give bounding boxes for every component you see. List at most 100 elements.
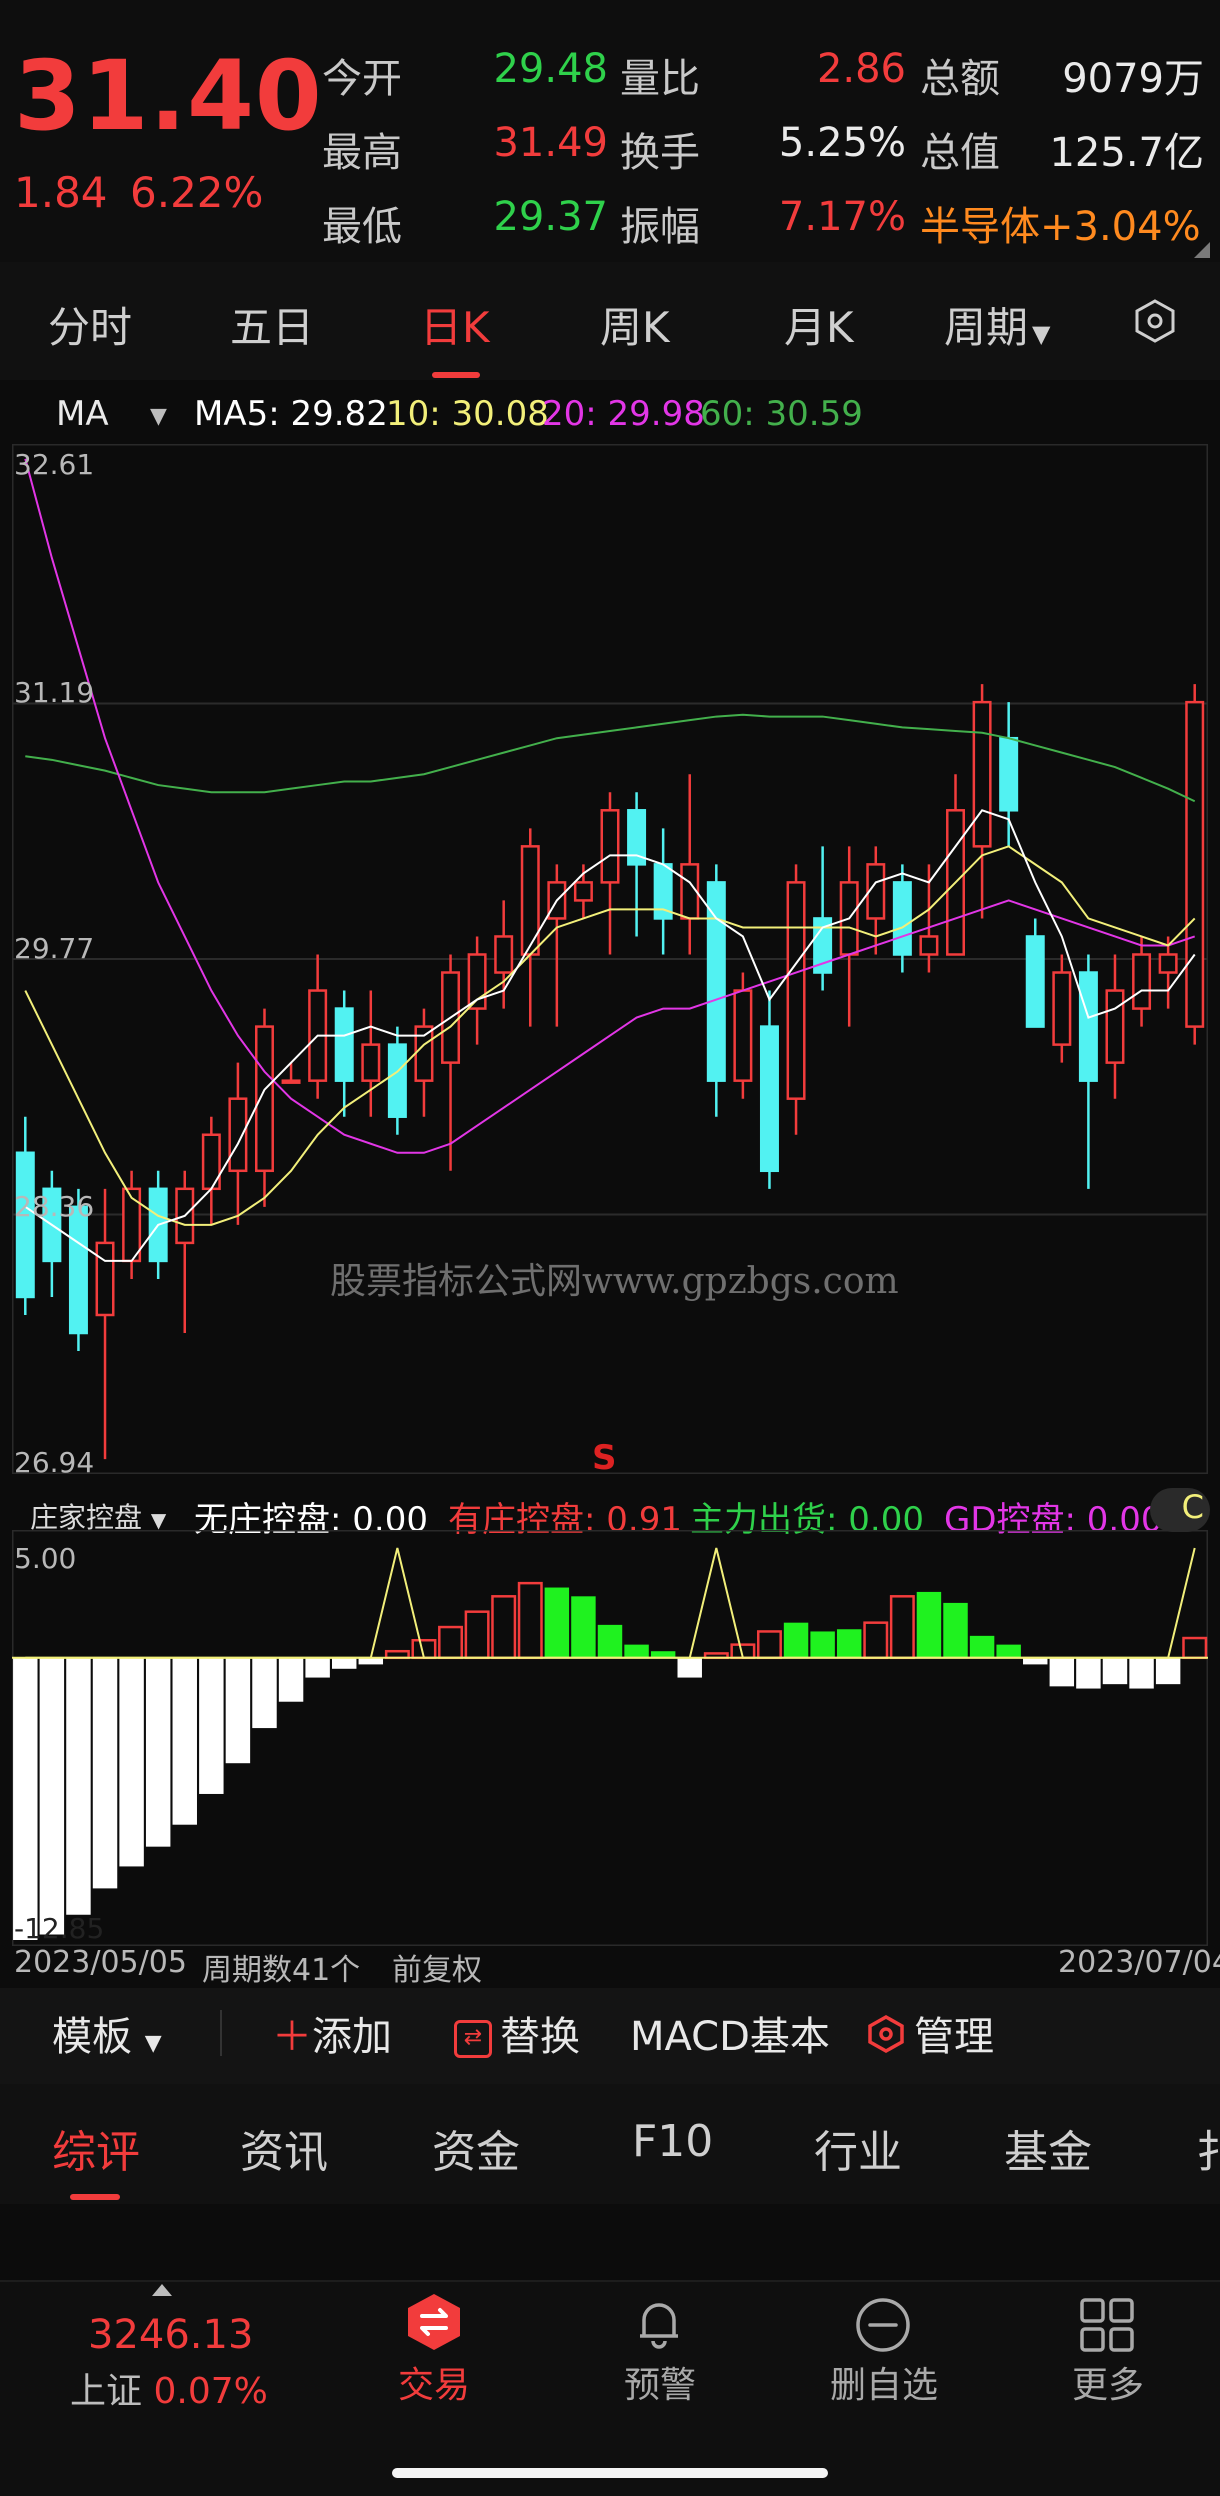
candle-up [254, 1025, 274, 1173]
indicator-bar-red [1182, 1636, 1208, 1660]
indicator-bar-white [1076, 1657, 1101, 1689]
tab-period-selector[interactable]: 周期 ▼ [944, 294, 1050, 355]
corner-expand-icon[interactable] [1194, 242, 1210, 258]
nav-trade[interactable]: 交易 [354, 2356, 514, 2408]
candle-down [892, 881, 912, 956]
high-value: 31.49 [493, 120, 608, 166]
candle-down [759, 1025, 779, 1173]
indicator-bar-green [597, 1624, 623, 1658]
tab-five-day[interactable]: 五日 [230, 294, 314, 355]
index-up-arrow-icon [152, 2284, 172, 2296]
candle-up [122, 1187, 142, 1263]
index-label[interactable]: 上证 0.07% [70, 2362, 268, 2414]
quote-header: 31.40 1.84 6.22% 今开 29.48 最高 31.49 最低 29… [0, 0, 1220, 262]
indicator-bar-white [13, 1657, 38, 1940]
tab-intraday[interactable]: 分时 [48, 294, 132, 355]
toolbar-divider [220, 2010, 222, 2056]
ma-selector[interactable]: MA [56, 394, 109, 434]
nav-remove-watchlist[interactable]: 删自选 [804, 2356, 964, 2408]
indicator-bar-white [172, 1657, 197, 1825]
ma10-value: 10: 30.08 [386, 394, 549, 434]
indicator-bar-green [624, 1644, 649, 1658]
y-axis-label-bottom: 26.94 [14, 1446, 95, 1479]
candle-up [361, 1043, 381, 1082]
info-tab-indicator [70, 2194, 120, 2200]
indicator-bar-red [756, 1630, 782, 1660]
amplitude-value: 7.17% [778, 194, 906, 240]
price-adjust-mode[interactable]: 前复权 [392, 1945, 482, 1989]
open-label: 今开 [322, 56, 402, 102]
macd-basic-button[interactable]: MACD基本 [630, 2004, 830, 2062]
index-value[interactable]: 3246.13 [88, 2312, 253, 2358]
indicator-bar-green [783, 1622, 809, 1658]
indicator-expand-button[interactable]: C [1150, 1488, 1210, 1532]
tab-funds-flow[interactable]: 资金 [432, 2116, 520, 2180]
nav-more[interactable]: 更多 [1028, 2356, 1188, 2408]
add-indicator-button[interactable]: ＋添加 [272, 2004, 392, 2062]
tab-more-cut[interactable]: 扌 [1196, 2116, 1220, 2180]
indicator-bar-green [969, 1635, 995, 1658]
indicator-bar-white [119, 1657, 144, 1867]
volume-ratio-label: 量比 [620, 56, 700, 102]
bell-icon[interactable] [630, 2294, 688, 2356]
sector-link[interactable]: 半导体+3.04% [920, 194, 1201, 252]
indicator-chart[interactable] [12, 1530, 1208, 1946]
tab-overview[interactable]: 综评 [52, 2116, 140, 2180]
chart-start-date: 2023/05/05 [14, 1945, 187, 1980]
tab-fund[interactable]: 基金 [1004, 2116, 1092, 2180]
indicator-bar-red [889, 1595, 915, 1660]
candle-up [228, 1097, 248, 1173]
indicator-bar-white [92, 1657, 118, 1889]
nav-alert[interactable]: 预警 [580, 2356, 740, 2408]
tab-news[interactable]: 资讯 [240, 2116, 328, 2180]
template-button[interactable]: 模板 ▼ [52, 2004, 162, 2062]
indicator-bar-white [331, 1657, 357, 1669]
sector-change: +3.04% [1040, 204, 1201, 250]
tab-daily-k[interactable]: 日K [420, 294, 490, 355]
trade-icon[interactable] [404, 2292, 464, 2352]
ma60-value: 60: 30.59 [700, 394, 863, 434]
kline-chart[interactable] [12, 444, 1208, 1474]
ma-caret-icon[interactable]: ▼ [150, 404, 167, 429]
candle-up [1158, 953, 1178, 974]
ma60-line [25, 713, 1196, 803]
amplitude-label: 振幅 [620, 204, 700, 250]
remove-watchlist-icon[interactable] [854, 2296, 912, 2358]
chart-end-date: 2023/07/04 [1058, 1945, 1220, 1980]
indicator-bar-white [145, 1657, 171, 1847]
candle-up [494, 935, 514, 974]
price-change-pct: 6.22% [130, 168, 264, 217]
settings-hexagon-icon[interactable] [1132, 298, 1178, 348]
indicator-bar-red [464, 1610, 490, 1660]
manage-hexagon-icon [866, 2014, 906, 2064]
replace-indicator-button[interactable]: ⇄ 替换 [454, 2004, 580, 2062]
tab-weekly-k[interactable]: 周K [600, 294, 670, 355]
tab-f10[interactable]: F10 [632, 2116, 713, 2167]
candle-up [919, 935, 939, 956]
indicator-bar-white [305, 1657, 330, 1678]
tab-industry[interactable]: 行业 [814, 2116, 902, 2180]
manage-indicators-button[interactable]: 管理 [866, 2004, 994, 2064]
turnover-label: 换手 [620, 130, 700, 176]
indicator-bar-white [278, 1657, 304, 1702]
period-count: 周期数41个 [202, 1953, 361, 1988]
indicator-axis-top: 5.00 [14, 1542, 77, 1575]
indicator-bar-green [571, 1596, 596, 1658]
candle-up [573, 881, 593, 902]
low-label: 最低 [322, 204, 402, 250]
indicator-bar-green [544, 1587, 570, 1658]
indicator-corner-label: C [1181, 1488, 1204, 1526]
y-axis-label-2: 31.19 [14, 676, 95, 709]
tab-monthly-k[interactable]: 月K [784, 294, 854, 355]
candle-up [786, 881, 806, 1100]
watermark: 股票指标公式网www.gpzbgs.com [330, 1261, 899, 1302]
indicator-bar-white [199, 1657, 224, 1794]
indicator-bar-white [252, 1657, 277, 1729]
candle-up [733, 989, 753, 1082]
grid-more-icon[interactable] [1078, 2296, 1136, 2358]
candle-up [600, 809, 620, 884]
candle-up [1132, 953, 1152, 1010]
template-label: 模板 [52, 2014, 132, 2060]
candle-down [1078, 971, 1098, 1082]
indicator-bar-green [916, 1591, 942, 1658]
